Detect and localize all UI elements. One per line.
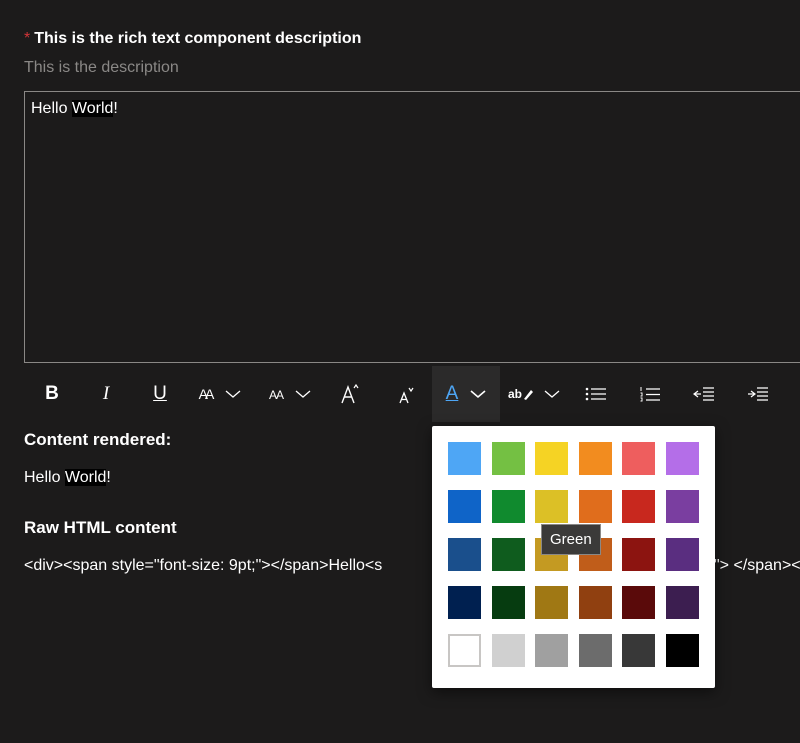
color-swatch[interactable] [535, 634, 568, 667]
color-tooltip: Green [541, 524, 601, 555]
rendered-highlighted-text: World [64, 469, 107, 486]
raw-html-right: "> </span></div> [714, 557, 800, 574]
chevron-down-icon [544, 390, 560, 398]
content-rendered-heading: Content rendered: [24, 430, 172, 449]
decrease-indent-button[interactable] [684, 366, 724, 422]
font-size-button[interactable]: AA [260, 366, 320, 422]
raw-html-heading: Raw HTML content [24, 518, 177, 537]
bold-button[interactable]: B [32, 366, 72, 422]
font-color-button[interactable]: A [432, 366, 500, 422]
color-swatch[interactable] [622, 634, 655, 667]
color-swatch[interactable] [492, 634, 525, 667]
field-label: * This is the rich text component descrip… [24, 30, 361, 48]
font-family-icon: AA [198, 386, 215, 402]
editor-text-end: ! [113, 100, 118, 117]
chevron-down-icon [295, 390, 311, 398]
color-swatch[interactable] [448, 634, 481, 667]
chevron-down-icon [470, 390, 486, 399]
grow-font-icon [341, 383, 359, 404]
color-swatch[interactable] [492, 490, 525, 523]
pen-icon [524, 390, 533, 400]
formatting-toolbar: B I U AA AA A ab [24, 366, 800, 422]
required-marker: * [24, 30, 31, 47]
color-swatch[interactable] [622, 490, 655, 523]
rich-text-editor[interactable]: Hello World! [24, 91, 800, 363]
font-size-icon: AA [268, 387, 284, 402]
color-swatch[interactable] [535, 490, 568, 523]
bullet-list-icon [585, 387, 606, 401]
grow-font-button[interactable] [330, 366, 370, 422]
raw-html-left: <div><span style="font-size: 9pt;"></spa… [24, 557, 383, 574]
bullet-list-button[interactable] [576, 366, 616, 422]
font-family-button[interactable]: AA [190, 366, 250, 422]
editor-highlighted-text: World [71, 100, 114, 117]
chevron-down-icon [225, 390, 241, 398]
numbered-list-button[interactable] [630, 366, 670, 422]
font-color-icon: A [445, 383, 459, 404]
color-swatch[interactable] [579, 490, 612, 523]
color-swatch[interactable] [579, 634, 612, 667]
color-swatch[interactable] [535, 586, 568, 619]
color-swatch[interactable] [622, 442, 655, 475]
color-swatch[interactable] [666, 586, 699, 619]
highlight-icon: ab [507, 387, 522, 401]
color-picker-popup [432, 426, 715, 688]
color-swatch[interactable] [492, 442, 525, 475]
color-swatch[interactable] [622, 586, 655, 619]
rendered-text: Hello [24, 469, 65, 486]
underline-icon: U [153, 383, 167, 404]
color-swatch[interactable] [535, 442, 568, 475]
color-swatch[interactable] [666, 538, 699, 571]
color-swatch[interactable] [666, 490, 699, 523]
color-swatch[interactable] [579, 442, 612, 475]
rendered-text-end: ! [106, 469, 111, 486]
color-swatch[interactable] [448, 442, 481, 475]
numbered-list-icon [640, 387, 660, 402]
shrink-font-button[interactable] [386, 366, 426, 422]
increase-indent-button[interactable] [738, 366, 778, 422]
content-rendered-text: Hello World! [24, 469, 111, 487]
field-label-text: This is the rich text component descript… [34, 30, 362, 47]
underline-button[interactable]: U [140, 366, 180, 422]
field-description: This is the description [24, 59, 179, 76]
color-swatch[interactable] [622, 538, 655, 571]
color-swatch[interactable] [666, 634, 699, 667]
italic-button[interactable]: I [86, 366, 126, 422]
color-swatch[interactable] [448, 490, 481, 523]
italic-icon: I [102, 383, 110, 404]
bold-icon: B [45, 383, 59, 404]
color-swatch[interactable] [666, 442, 699, 475]
color-swatch[interactable] [579, 586, 612, 619]
color-swatch[interactable] [492, 538, 525, 571]
editor-text: Hello [31, 100, 72, 117]
color-swatch[interactable] [492, 586, 525, 619]
color-swatch[interactable] [448, 586, 481, 619]
highlight-button[interactable]: ab [504, 366, 564, 422]
color-swatch[interactable] [448, 538, 481, 571]
shrink-font-icon [399, 387, 414, 404]
increase-indent-icon [748, 387, 768, 401]
decrease-indent-icon [693, 387, 714, 401]
